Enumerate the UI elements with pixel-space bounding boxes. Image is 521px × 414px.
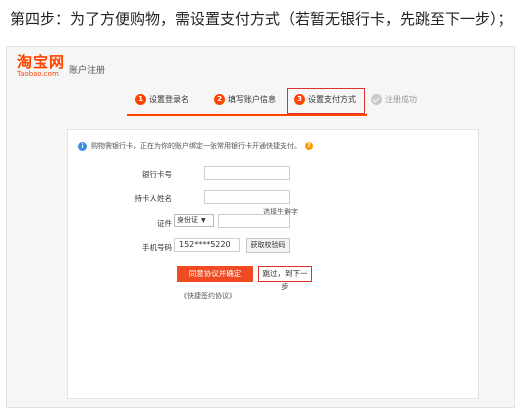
logo-sub-text: Taobao.com (17, 70, 59, 78)
page-title: 账户注册 (69, 66, 106, 76)
logo-main-text: 淘宝网 (17, 53, 66, 71)
step-1: 1 设置登录名 (135, 94, 189, 105)
skip-next-button[interactable]: 跳过，到下一步 (258, 266, 312, 291)
step-progress-bar (127, 114, 367, 116)
agree-confirm-button[interactable]: 同意协议并确定 (177, 266, 253, 282)
step-2: 2 填写账户信息 (214, 94, 276, 105)
bank-card-input[interactable] (204, 166, 290, 180)
step-1-number: 1 (135, 94, 146, 105)
step-2-number: 2 (214, 94, 225, 105)
holder-name-input[interactable] (204, 190, 290, 204)
step-1-label: 设置登录名 (149, 95, 189, 104)
id-type-select[interactable]: 身份证 ▼ (174, 214, 214, 227)
phone-input[interactable]: 152****5220 (174, 238, 240, 252)
holder-name-label: 持卡人姓名 (134, 194, 173, 203)
instruction-caption: 第四步：为了方便购物，需设置支付方式（若暂无银行卡，先跳至下一步）； (10, 10, 513, 28)
notice-text: 购物需银行卡，正在为你的账户绑定一张常用银行卡开通快捷支付。 (91, 142, 301, 150)
info-icon: i (78, 141, 87, 151)
bank-card-notice: i 购物需银行卡，正在为你的账户绑定一张常用银行卡开通快捷支付。 ? (78, 138, 468, 154)
check-icon (371, 94, 382, 105)
get-code-button[interactable]: 获取校验码 (246, 238, 290, 253)
help-icon[interactable]: ? (305, 142, 313, 150)
payment-form-card: i 购物需银行卡，正在为你的账户绑定一张常用银行卡开通快捷支付。 ? 银行卡号 … (67, 129, 479, 399)
id-type-value: 身份证 (177, 216, 198, 224)
id-number-input[interactable] (218, 214, 290, 228)
phone-label: 手机号码 (142, 243, 172, 252)
step-2-label: 填写账户信息 (228, 95, 276, 104)
step-4: 注册成功 (371, 94, 417, 105)
agreement-link[interactable]: 《快捷签约协议》 (180, 291, 236, 301)
id-label: 证件 (157, 219, 172, 228)
page-header: 淘宝网 Taobao.com 账户注册 (7, 47, 514, 85)
taobao-logo[interactable]: 淘宝网 Taobao.com (17, 55, 65, 78)
bank-card-label: 银行卡号 (142, 170, 172, 179)
chevron-down-icon: ▼ (201, 217, 206, 224)
step-4-label: 注册成功 (385, 95, 417, 104)
registration-screenshot: 淘宝网 Taobao.com 账户注册 1 设置登录名 2 填写账户信息 3 设… (6, 46, 515, 408)
current-step-highlight (287, 88, 365, 114)
step-progress: 1 设置登录名 2 填写账户信息 3 设置支付方式 注册成功 (7, 87, 514, 117)
